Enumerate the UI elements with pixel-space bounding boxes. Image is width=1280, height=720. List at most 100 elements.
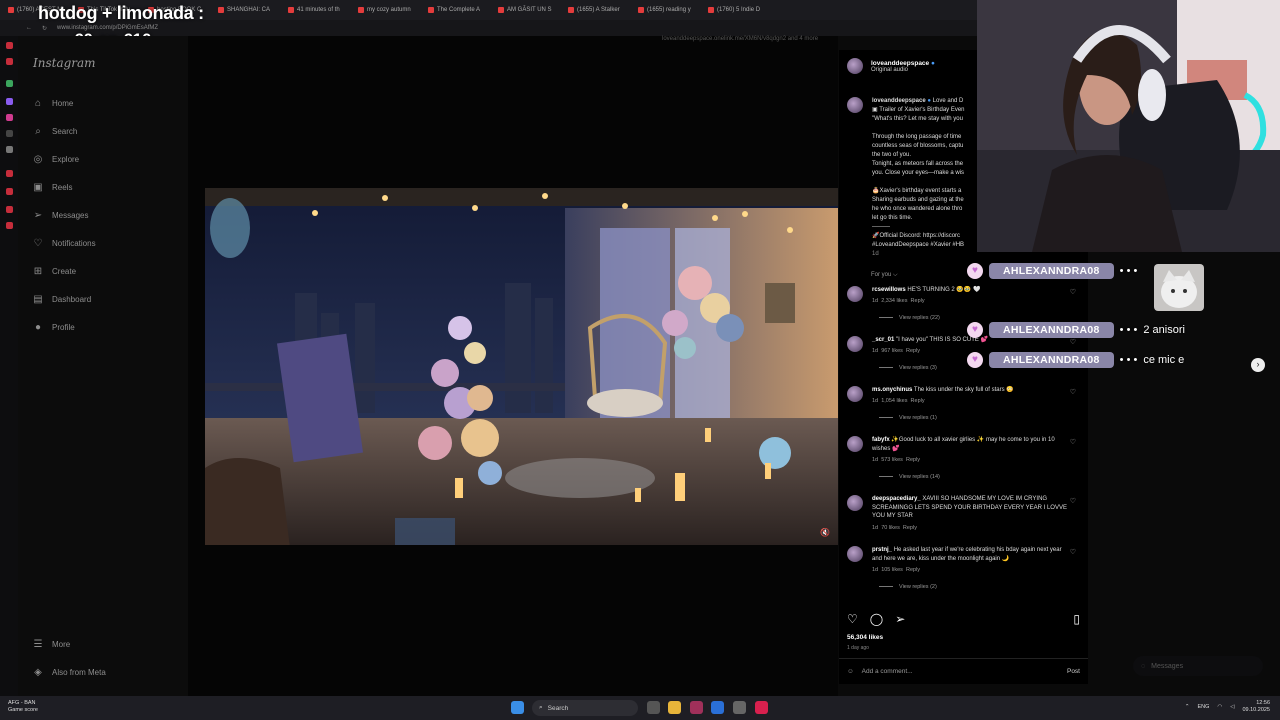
like-count[interactable]: 56,304 likes <box>847 634 883 641</box>
comment-likes[interactable]: 2,334 likes <box>881 298 907 304</box>
app-icon[interactable] <box>6 170 13 177</box>
also-from-meta-button[interactable]: ◈ Also from Meta <box>32 667 106 678</box>
app-icon[interactable] <box>6 222 13 229</box>
browser-tab[interactable]: 41 minutes of th <box>284 2 352 18</box>
browser-tab[interactable]: (1655) reading y <box>634 2 702 18</box>
back-icon[interactable]: ← <box>26 25 32 31</box>
reply-button[interactable]: Reply <box>906 457 920 463</box>
comment-username[interactable]: fabyfx <box>872 437 890 443</box>
post-video[interactable]: 🔇 <box>205 188 838 545</box>
app-icon[interactable] <box>711 701 724 714</box>
reply-button[interactable]: Reply <box>911 398 925 404</box>
chevron-up-icon[interactable]: ⌃ <box>1185 704 1190 710</box>
avatar[interactable] <box>847 336 863 352</box>
view-replies-button[interactable]: View replies (22) <box>879 315 940 321</box>
sidebar-item-profile[interactable]: ● Profile <box>32 322 75 333</box>
browser-tab[interactable]: (1655) A Stalker <box>564 2 632 18</box>
reply-button[interactable]: Reply <box>911 298 925 304</box>
comment-icon[interactable]: ◯ <box>870 612 883 626</box>
language-indicator[interactable]: ENG <box>1198 704 1210 710</box>
app-icon[interactable] <box>733 701 746 714</box>
bookmark-icon[interactable]: ▯ <box>1073 612 1080 626</box>
avatar[interactable] <box>847 286 863 302</box>
instagram-logo[interactable]: Instagram <box>33 56 96 70</box>
reply-button[interactable]: Reply <box>906 567 920 573</box>
comment-like-icon[interactable]: ♡ <box>1070 548 1076 556</box>
comment-likes[interactable]: 70 likes <box>881 525 900 531</box>
app-icon[interactable] <box>690 701 703 714</box>
emoji-icon[interactable]: ☺ <box>847 668 854 675</box>
sidebar-item-explore[interactable]: ◎ Explore <box>32 154 80 165</box>
avatar[interactable] <box>847 386 863 402</box>
comment-username[interactable]: ms.onychinus <box>872 387 912 393</box>
browser-tab[interactable]: (1760) 5 Indie D <box>704 2 772 18</box>
start-icon[interactable] <box>511 701 524 714</box>
comment-like-icon[interactable]: ♡ <box>1070 388 1076 396</box>
sidebar-item-messages[interactable]: ➢ Messages <box>32 210 89 221</box>
sidebar-item-create[interactable]: ⊞ Create <box>32 266 76 277</box>
volume-icon[interactable]: ◁ <box>1230 704 1234 710</box>
comment-username[interactable]: prstnj_ <box>872 547 892 553</box>
post-comment-button[interactable]: Post <box>1067 668 1080 675</box>
app-icon[interactable] <box>6 206 13 213</box>
audio-label[interactable]: Original audio <box>871 67 935 73</box>
tiktok-icon[interactable] <box>755 701 768 714</box>
youtube-icon[interactable] <box>6 58 13 65</box>
sidebar-item-search[interactable]: ⌕ Search <box>32 126 77 137</box>
file-explorer-icon[interactable] <box>668 701 681 714</box>
instagram-icon[interactable] <box>6 114 13 121</box>
next-post-button[interactable]: › <box>1251 358 1265 372</box>
share-icon[interactable]: ➢ <box>895 612 905 626</box>
x-icon[interactable] <box>6 146 13 153</box>
wifi-icon[interactable]: ◠ <box>1217 704 1222 710</box>
avatar[interactable] <box>847 495 863 511</box>
task-view-icon[interactable] <box>647 701 660 714</box>
messenger-icon[interactable] <box>6 98 13 105</box>
avatar[interactable] <box>847 436 863 452</box>
mute-icon[interactable]: 🔇 <box>820 528 830 537</box>
comment-username[interactable]: _scr_01 <box>872 337 894 343</box>
browser-tab[interactable]: my cozy autumn <box>354 2 422 18</box>
browser-tab[interactable]: AM GĂSIT UN S <box>494 2 562 18</box>
avatar[interactable] <box>847 97 863 113</box>
comment-likes[interactable]: 105 likes <box>881 567 903 573</box>
comment-likes[interactable]: 967 likes <box>881 348 903 354</box>
tiktok-icon[interactable] <box>6 130 13 137</box>
comment-input[interactable]: Add a comment... <box>862 668 913 675</box>
reply-button[interactable]: Reply <box>903 525 917 531</box>
comment-likes[interactable]: 1,054 likes <box>881 398 907 404</box>
browser-tab[interactable]: SHANGHAI: CA <box>214 2 282 18</box>
taskbar-search[interactable]: ⌕ Search <box>532 700 638 716</box>
widget-score[interactable]: AFG - BAN Game score <box>8 700 38 714</box>
comment-like-icon[interactable]: ♡ <box>1070 438 1076 446</box>
view-replies-button[interactable]: View replies (3) <box>879 365 937 371</box>
app-icon[interactable] <box>6 188 13 195</box>
messages-pill[interactable]: ◌ Messages <box>1133 656 1263 676</box>
sidebar-item-home[interactable]: ⌂ Home <box>32 98 73 109</box>
more-button[interactable]: ☰ More <box>32 639 71 650</box>
comment-username[interactable]: rcsewillows <box>872 287 906 293</box>
view-replies-button[interactable]: View replies (14) <box>879 474 940 480</box>
comment-username[interactable]: deepspacediary_ <box>872 496 921 502</box>
reload-icon[interactable]: ↻ <box>42 25 47 32</box>
clock[interactable]: 12:56 09.10.2025 <box>1242 700 1270 714</box>
comment-like-icon[interactable]: ♡ <box>1070 497 1076 505</box>
sidebar-item-reels[interactable]: ▣ Reels <box>32 182 72 193</box>
post-username[interactable]: loveanddeepspace ● <box>871 60 935 67</box>
comments-sort-dropdown[interactable]: For you ⌵ <box>871 272 898 279</box>
comment-like-icon[interactable]: ♡ <box>1070 288 1076 296</box>
comment-like-icon[interactable]: ♡ <box>1070 338 1076 346</box>
comment-likes[interactable]: 573 likes <box>881 457 903 463</box>
sidebar-item-dashboard[interactable]: ▤ Dashboard <box>32 294 91 305</box>
browser-tab[interactable]: The Complete A <box>424 2 492 18</box>
caption-username[interactable]: loveanddeepspace <box>872 98 926 104</box>
view-replies-button[interactable]: View replies (2) <box>879 584 937 590</box>
avatar[interactable] <box>847 546 863 562</box>
ai-icon[interactable] <box>6 80 13 87</box>
like-icon[interactable]: ♡ <box>847 612 858 626</box>
sidebar-item-notifications[interactable]: ♡ Notifications <box>32 238 96 249</box>
youtube-icon[interactable] <box>6 42 13 49</box>
avatar[interactable] <box>847 58 863 74</box>
view-replies-button[interactable]: View replies (1) <box>879 415 937 421</box>
reply-button[interactable]: Reply <box>906 348 920 354</box>
